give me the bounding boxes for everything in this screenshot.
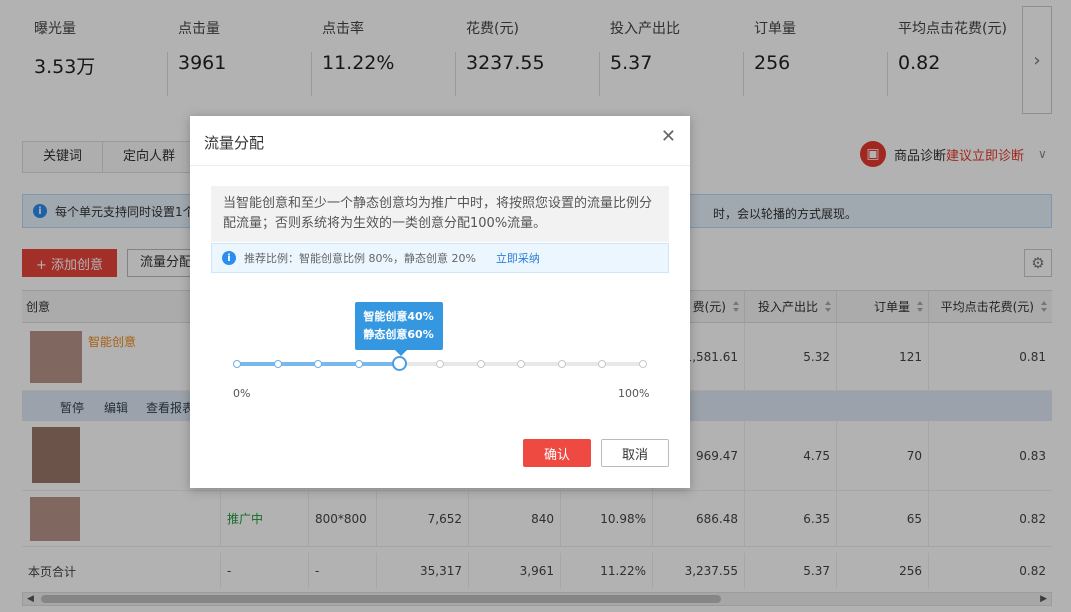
confirm-button[interactable]: 确认 (523, 439, 591, 467)
slider-step-dot[interactable] (314, 360, 323, 368)
slider-step-dot[interactable] (233, 360, 241, 368)
dialog-header: 流量分配 ✕ (190, 116, 690, 166)
dialog-title: 流量分配 (204, 134, 265, 152)
info-icon: i (222, 251, 236, 265)
slider-step-dot[interactable] (354, 360, 363, 368)
slider-handle[interactable] (392, 356, 408, 371)
slider-step-dot[interactable] (273, 360, 282, 368)
slider-step-dot[interactable] (639, 360, 647, 368)
slider-max-label: 100% (618, 387, 650, 400)
slider-step-dot[interactable] (598, 360, 607, 368)
flow-allocation-dialog: 流量分配 ✕ 当智能创意和至少一个静态创意均为推广中时，将按照您设置的流量比例分… (190, 116, 690, 488)
static-ratio-label: 静态创意60% (363, 328, 434, 341)
recommendation-tip: i 推荐比例：智能创意比例 80%，静态创意 20% 立即采纳 (211, 243, 669, 273)
cancel-button[interactable]: 取消 (601, 439, 669, 467)
slider-step-dot[interactable] (476, 360, 485, 368)
slider-step-dot[interactable] (436, 360, 444, 368)
dialog-description: 当智能创意和至少一个静态创意均为推广中时，将按照您设置的流量比例分配流量；否则系… (211, 186, 669, 242)
slider-step-dot[interactable] (557, 360, 566, 368)
slider-min-label: 0% (233, 387, 251, 400)
adopt-link[interactable]: 立即采纳 (496, 250, 540, 266)
ratio-slider[interactable] (233, 356, 647, 372)
close-icon[interactable]: ✕ (661, 128, 676, 146)
tip-text: 推荐比例：智能创意比例 80%，静态创意 20% (244, 252, 476, 265)
slider-tooltip: 智能创意40% 静态创意60% (355, 302, 444, 356)
smart-ratio-label: 智能创意40% (363, 310, 434, 323)
slider-step-dot[interactable] (517, 360, 526, 368)
